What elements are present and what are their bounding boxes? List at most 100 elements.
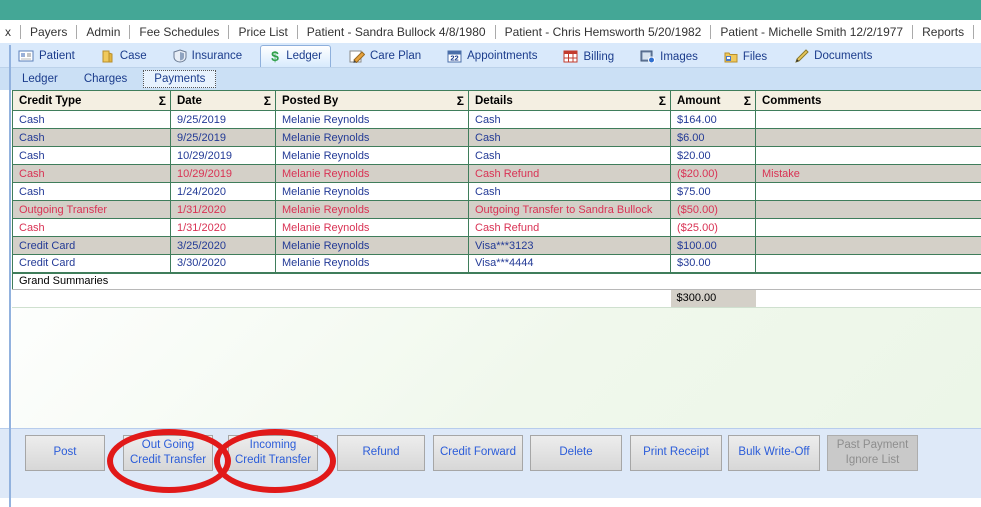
sigma-icon[interactable]: Σ (659, 94, 666, 108)
cell-credit-type: Credit Card (12, 236, 171, 255)
cell-comments (755, 254, 981, 273)
header-comments[interactable]: Comments (755, 90, 981, 111)
cell-details: Visa***3123 (468, 236, 671, 255)
credit-forward-button[interactable]: Credit Forward (433, 434, 523, 471)
billing-table-icon (563, 50, 578, 63)
tab-ledger[interactable]: $ Ledger (260, 45, 331, 67)
cell-comments (755, 218, 981, 237)
table-row[interactable]: Cash 9/25/2019 Melanie Reynolds Cash $164.00 (12, 110, 981, 129)
tab-care-plan[interactable]: Care Plan (341, 46, 429, 67)
cell-date: 1/31/2020 (170, 218, 276, 237)
header-date[interactable]: Date Σ (170, 90, 276, 111)
cell-date: 1/31/2020 (170, 200, 276, 219)
cell-credit-type: Cash (12, 146, 171, 165)
nav-tab-day-sheet[interactable]: Day Sheet - by Designated (974, 25, 981, 39)
cell-posted-by: Melanie Reynolds (275, 128, 469, 147)
nav-tab-fee-schedules[interactable]: Fee Schedules (130, 24, 230, 39)
sigma-icon[interactable]: Σ (744, 94, 751, 108)
nav-tab-payers[interactable]: Payers (21, 24, 78, 39)
cell-date: 9/25/2019 (170, 110, 276, 129)
table-row[interactable]: Credit Card 3/25/2020 Melanie Reynolds Visa… (12, 236, 981, 255)
nav-tab-patient-michelle-smith[interactable]: Patient - Michelle Smith 12/2/1977 (711, 24, 914, 39)
cell-amount: $100.00 (670, 236, 756, 255)
refund-button[interactable]: Refund (337, 434, 425, 471)
cell-amount: $164.00 (670, 110, 756, 129)
print-receipt-button[interactable]: Print Receipt (630, 434, 722, 471)
sigma-icon[interactable]: Σ (159, 94, 166, 108)
nav-tab-patient-sandra-bullock[interactable]: Patient - Sandra Bullock 4/8/1980 (298, 24, 496, 39)
tab-billing[interactable]: Billing (555, 47, 622, 67)
table-row[interactable]: Cash 10/29/2019 Melanie Reynolds Cash Refun… (12, 164, 981, 183)
table-row[interactable]: Cash 1/24/2020 Melanie Reynolds Cash $75.00 (12, 182, 981, 201)
incoming-credit-transfer-button[interactable]: Incoming Credit Transfer (228, 434, 318, 471)
post-button[interactable]: Post (25, 434, 105, 471)
cell-comments: Mistake (755, 164, 981, 183)
header-amount-label: Amount (677, 94, 721, 107)
cell-details: Visa***4444 (468, 254, 671, 273)
nav-tab-price-list[interactable]: Price List (229, 24, 298, 39)
cell-amount: ($25.00) (670, 218, 756, 237)
tab-patient-label: Patient (39, 50, 75, 62)
cell-details: Cash Refund (468, 218, 671, 237)
cell-posted-by: Melanie Reynolds (275, 254, 469, 273)
cell-comments (755, 110, 981, 129)
summary-spacer (12, 289, 671, 307)
cell-credit-type: Cash (12, 164, 171, 183)
cell-comments (755, 236, 981, 255)
table-header-row: Credit Type Σ Date Σ Posted By Σ Details Σ A… (12, 90, 981, 111)
cell-amount: $20.00 (670, 146, 756, 165)
summary-total-amount: $300.00 (670, 289, 756, 307)
grand-summaries-row: Grand Summaries (12, 271, 981, 290)
table-row[interactable]: Cash 10/29/2019 Melanie Reynolds Cash $20.00 (12, 146, 981, 165)
cell-posted-by: Melanie Reynolds (275, 236, 469, 255)
cell-date: 1/24/2020 (170, 182, 276, 201)
header-details[interactable]: Details Σ (468, 90, 671, 111)
cell-credit-type: Cash (12, 218, 171, 237)
outgoing-credit-transfer-button[interactable]: Out Going Credit Transfer (123, 434, 213, 471)
sigma-icon[interactable]: Σ (457, 94, 464, 108)
tab-documents[interactable]: Documents (785, 46, 880, 67)
nav-tab-admin[interactable]: Admin (77, 24, 131, 39)
header-comments-label: Comments (762, 94, 822, 107)
sub-tab-ledger[interactable]: Ledger (12, 71, 68, 87)
tab-insurance-label: Insurance (191, 50, 243, 62)
tab-images[interactable]: Images (632, 47, 706, 67)
cell-comments (755, 146, 981, 165)
cell-details: Outgoing Transfer to Sandra Bullock (468, 200, 671, 219)
header-amount[interactable]: Amount Σ (670, 90, 756, 111)
table-row[interactable]: Cash 1/31/2020 Melanie Reynolds Cash Refund… (12, 218, 981, 237)
bulk-write-off-button[interactable]: Bulk Write-Off (728, 434, 820, 471)
tab-appointments[interactable]: 22 Appointments (439, 46, 545, 67)
cell-credit-type: Cash (12, 128, 171, 147)
cell-credit-type: Outgoing Transfer (12, 200, 171, 219)
header-credit-type[interactable]: Credit Type Σ (12, 90, 171, 111)
title-bar (0, 0, 981, 20)
header-posted-by[interactable]: Posted By Σ (275, 90, 469, 111)
header-details-label: Details (475, 94, 513, 107)
cell-details: Cash (468, 182, 671, 201)
tab-patient[interactable]: Patient (10, 46, 83, 67)
tab-insurance[interactable]: Insurance (165, 46, 251, 67)
sub-tab-payments[interactable]: Payments (143, 70, 217, 88)
cell-amount: $75.00 (670, 182, 756, 201)
cell-posted-by: Melanie Reynolds (275, 182, 469, 201)
cell-amount: ($50.00) (670, 200, 756, 219)
table-row[interactable]: Outgoing Transfer 1/31/2020 Melanie Reynol… (12, 200, 981, 219)
nav-tab-truncated[interactable]: x (3, 24, 21, 39)
table-row[interactable]: Credit Card 3/30/2020 Melanie Reynolds Visa… (12, 254, 981, 273)
tab-case[interactable]: Case (93, 46, 155, 67)
delete-button[interactable]: Delete (530, 434, 622, 471)
sigma-icon[interactable]: Σ (264, 94, 271, 108)
table-row[interactable]: Cash 9/25/2019 Melanie Reynolds Cash $6.00 (12, 128, 981, 147)
cell-comments (755, 128, 981, 147)
app-window: x Payers Admin Fee Schedules Price List … (0, 0, 981, 507)
tab-care-plan-label: Care Plan (370, 50, 422, 62)
cell-comments (755, 182, 981, 201)
nav-tab-reports[interactable]: Reports (913, 24, 975, 39)
sub-tab-charges[interactable]: Charges (74, 71, 137, 87)
tab-files[interactable]: Files (716, 47, 775, 67)
payments-table: Credit Type Σ Date Σ Posted By Σ Details Σ A… (12, 90, 981, 307)
cell-details: Cash (468, 146, 671, 165)
svg-text:$: $ (271, 49, 279, 63)
nav-tab-patient-chris-hemsworth[interactable]: Patient - Chris Hemsworth 5/20/1982 (496, 24, 712, 39)
